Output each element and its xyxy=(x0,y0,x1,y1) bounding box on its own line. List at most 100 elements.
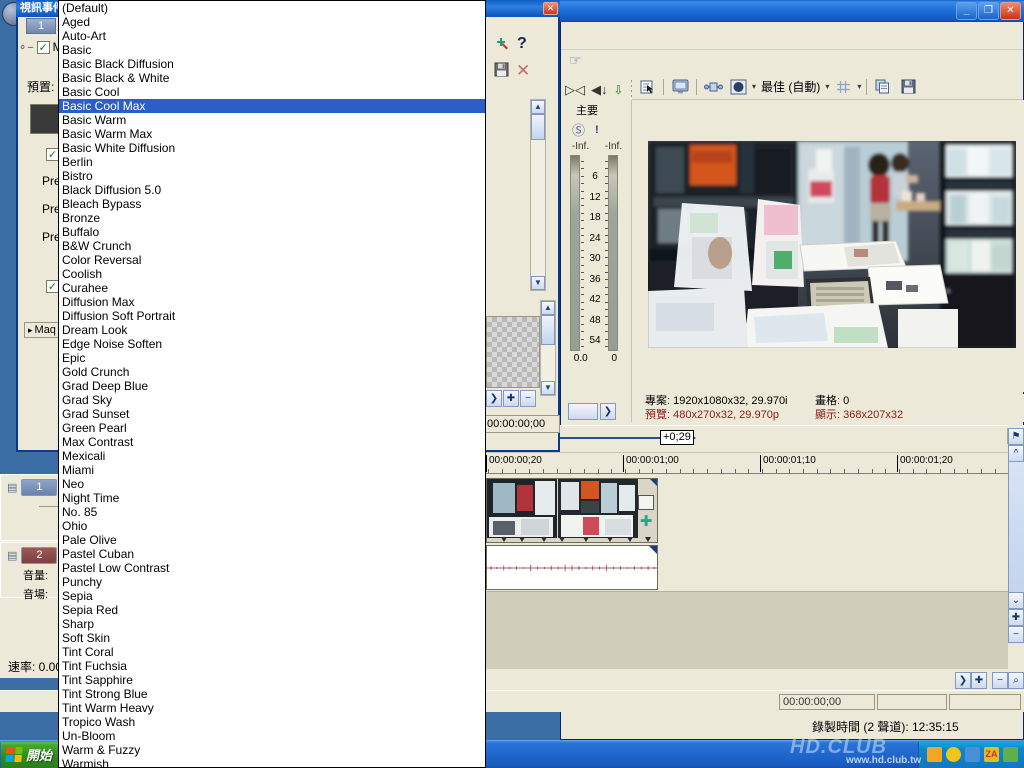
preset-option[interactable]: Auto-Art xyxy=(59,29,485,43)
quality-caret2-icon[interactable]: ▾ xyxy=(825,82,829,91)
dialog-timecode-field[interactable]: 00:00:00;00 xyxy=(484,415,560,433)
master-checkbox[interactable]: ✓ xyxy=(37,41,50,54)
preset-option[interactable]: Sepia xyxy=(59,589,485,603)
pointer-help-icon[interactable]: ☞ xyxy=(569,52,582,69)
track-minimize-icon[interactable]: ▤ xyxy=(7,481,17,494)
close-button[interactable]: ✕ xyxy=(1000,2,1021,20)
preset-option[interactable]: Basic Cool xyxy=(59,85,485,99)
preview-next-button[interactable]: ❯ xyxy=(486,390,502,407)
preset-option[interactable]: Tint Sapphire xyxy=(59,673,485,687)
video-preview-frame[interactable] xyxy=(648,141,1016,348)
preset-option[interactable]: Basic Warm xyxy=(59,113,485,127)
preset-option[interactable]: Neo xyxy=(59,477,485,491)
preset-option[interactable]: Night Time xyxy=(59,491,485,505)
preset-option[interactable]: Punchy xyxy=(59,575,485,589)
save-preset-icon[interactable] xyxy=(494,62,510,80)
preset-option[interactable]: Curahee xyxy=(59,281,485,295)
meter-slider[interactable] xyxy=(568,403,598,420)
preset-option[interactable]: Grad Sky xyxy=(59,393,485,407)
transport-controls[interactable]: ▷◁ ◀↓ ⇩ xyxy=(561,78,631,102)
clip-pan-crop-icon[interactable] xyxy=(638,495,654,510)
preset-option[interactable]: Soft Skin xyxy=(59,631,485,645)
scroll-down-button[interactable]: ⌄ xyxy=(1008,592,1024,609)
preset-option[interactable]: Basic Warm Max xyxy=(59,127,485,141)
zoom-in-vertical-button[interactable]: ✚ xyxy=(1008,609,1024,626)
preset-option[interactable]: Miami xyxy=(59,463,485,477)
dialog-close-button[interactable]: ✕ xyxy=(543,2,558,15)
video-preview-panel[interactable] xyxy=(632,100,1024,392)
maximize-button[interactable]: ❐ xyxy=(978,2,999,20)
preset-option[interactable]: Warmish xyxy=(59,757,485,768)
audio-clip[interactable] xyxy=(486,545,658,590)
preset-option[interactable]: Tint Warm Heavy xyxy=(59,701,485,715)
timeline-ruler[interactable]: 00:00:00;2000:00:01;0000:00:01;1000:00:0… xyxy=(485,452,1008,474)
scroll-up-arrow-icon[interactable]: ▲ xyxy=(531,100,545,114)
pointer-list-icon[interactable] xyxy=(636,77,658,97)
copy-snapshot-icon[interactable] xyxy=(872,77,894,97)
preset-option[interactable]: Buffalo xyxy=(59,225,485,239)
meter-next-button[interactable]: ❯ xyxy=(600,403,616,420)
preset-option[interactable]: Diffusion Max xyxy=(59,295,485,309)
preset-option[interactable]: Bronze xyxy=(59,211,485,225)
preset-option[interactable]: Tropico Wash xyxy=(59,715,485,729)
preset-option[interactable]: Basic White Diffusion xyxy=(59,141,485,155)
preset-option[interactable]: Basic Cool Max xyxy=(59,99,485,113)
preset-option[interactable]: Pastel Low Contrast xyxy=(59,561,485,575)
preset-option[interactable]: Max Contrast xyxy=(59,435,485,449)
preview-vertical-scrollbar[interactable]: ▲ ▼ xyxy=(540,300,556,396)
timeline-bottom-toolbar[interactable]: ❯ ✚ − ⌕ xyxy=(486,670,1024,690)
preset-list[interactable]: (Default)AgedAuto-ArtBasicBasic Black Di… xyxy=(59,1,485,768)
preset-option[interactable]: Ohio xyxy=(59,519,485,533)
preset-option[interactable]: Berlin xyxy=(59,155,485,169)
timeline-empty-area[interactable] xyxy=(486,591,1008,669)
preset-option[interactable]: Dream Look xyxy=(59,323,485,337)
preset-option[interactable]: Tint Strong Blue xyxy=(59,687,485,701)
dialog-vertical-scrollbar[interactable]: ▲ ▼ xyxy=(530,99,546,291)
preset-option[interactable]: Grad Deep Blue xyxy=(59,379,485,393)
preset-option[interactable]: Basic xyxy=(59,43,485,57)
preset-option[interactable]: Un-Bloom xyxy=(59,729,485,743)
track-number-video[interactable]: 1 xyxy=(21,479,57,496)
preset-option[interactable]: (Default) xyxy=(59,1,485,15)
quality-caret-icon[interactable]: ▾ xyxy=(752,82,756,91)
volume-down-icon[interactable]: ◀↓ xyxy=(591,82,608,98)
preset-option[interactable]: Tint Fuchsia xyxy=(59,659,485,673)
minimize-button[interactable]: _ xyxy=(956,2,977,20)
preset-option[interactable]: Tint Coral xyxy=(59,645,485,659)
video-clip[interactable]: ✚ xyxy=(486,478,658,543)
timecode-field[interactable]: 00:00:00;00 xyxy=(779,694,875,710)
preset-option[interactable]: Sharp xyxy=(59,617,485,631)
scrollbar-thumb[interactable] xyxy=(531,114,545,140)
app-titlebar[interactable]: _ ❐ ✕ xyxy=(560,0,1024,22)
timeline-side-buttons[interactable]: ⚑ ^ ⌄ ✚ − xyxy=(1008,425,1024,678)
track-number-audio[interactable]: 2 xyxy=(21,547,57,564)
preset-option[interactable]: Sepia Red xyxy=(59,603,485,617)
preview-remove-button[interactable]: − xyxy=(520,390,536,407)
grid-icon[interactable] xyxy=(832,77,854,97)
scroll-down-arrow-icon[interactable]: ▼ xyxy=(531,276,545,290)
preview-quality-label[interactable]: 最佳 (自動) xyxy=(759,78,822,95)
scrub-forward-button[interactable]: ❯ xyxy=(955,672,971,689)
split-screen-icon[interactable] xyxy=(702,77,724,97)
zoom-out-button[interactable]: − xyxy=(992,672,1008,689)
fx-chain-number[interactable]: 1 xyxy=(26,18,56,34)
preset-option[interactable]: Black Diffusion 5.0 xyxy=(59,183,485,197)
zoom-out-vertical-button[interactable]: − xyxy=(1008,626,1024,643)
save-snapshot-icon[interactable] xyxy=(897,77,919,97)
preview-nav-buttons[interactable]: ❯ ✚ − xyxy=(486,390,540,404)
preset-option[interactable]: No. 85 xyxy=(59,505,485,519)
preset-option[interactable]: Epic xyxy=(59,351,485,365)
preset-option[interactable]: Green Pearl xyxy=(59,421,485,435)
preview-add-button[interactable]: ✚ xyxy=(503,390,519,407)
zoom-tool-button[interactable]: ⌕ xyxy=(1008,672,1024,689)
scrollbar-thumb[interactable] xyxy=(541,315,555,345)
scroll-up-arrow-icon[interactable]: ▲ xyxy=(541,301,555,315)
scroll-up-button[interactable]: ^ xyxy=(1008,445,1024,462)
preset-option[interactable]: Basic Black & White xyxy=(59,71,485,85)
preset-option[interactable]: Gold Crunch xyxy=(59,365,485,379)
marker-button[interactable]: ⚑ xyxy=(1008,428,1024,445)
preset-option[interactable]: Pale Olive xyxy=(59,533,485,547)
fx-master-row[interactable]: ⚬− ✓ M xyxy=(18,40,63,54)
meter-buttons[interactable]: ❯ xyxy=(562,400,632,422)
preset-option[interactable]: Bistro xyxy=(59,169,485,183)
